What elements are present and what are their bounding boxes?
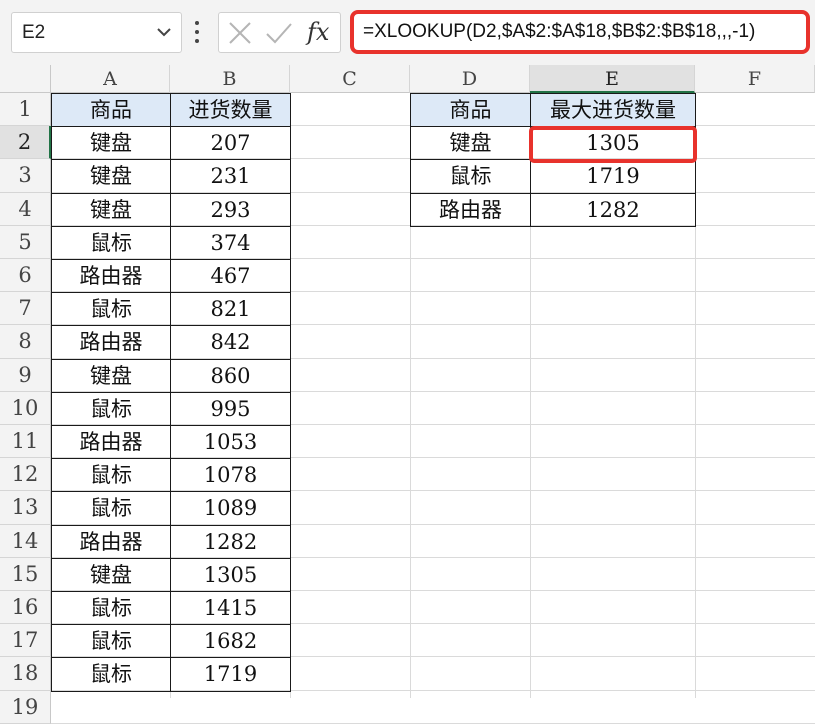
row-header-11[interactable]: 11 bbox=[0, 425, 51, 459]
data-cell[interactable]: 键盘 bbox=[51, 557, 171, 592]
data-cell[interactable]: 路由器 bbox=[51, 325, 171, 360]
data-cell[interactable]: 860 bbox=[170, 358, 291, 393]
column-title-cell[interactable]: 商品 bbox=[410, 93, 531, 128]
row-header-7[interactable]: 7 bbox=[0, 292, 51, 326]
data-cell[interactable]: 路由器 bbox=[51, 259, 171, 294]
column-header-a[interactable]: A bbox=[51, 65, 170, 93]
column-title-cell[interactable]: 最大进货数量 bbox=[530, 93, 696, 128]
column-header-d[interactable]: D bbox=[410, 65, 530, 93]
formula-bar: E2 fx =XLOOKUP(D2,$A$2:$A$18,$B$2:$B$18,… bbox=[0, 0, 815, 65]
name-box-value: E2 bbox=[22, 22, 46, 43]
row-header-18[interactable]: 18 bbox=[0, 657, 51, 691]
formula-input[interactable]: =XLOOKUP(D2,$A$2:$A$18,$B$2:$B$18,,,-1) bbox=[350, 10, 810, 54]
column-header-e[interactable]: E bbox=[530, 65, 695, 93]
more-vertical-icon[interactable] bbox=[194, 19, 200, 45]
data-cell[interactable]: 1282 bbox=[530, 192, 696, 227]
data-cell[interactable]: 鼠标 bbox=[51, 225, 171, 260]
data-cell[interactable]: 键盘 bbox=[51, 192, 171, 227]
data-cell[interactable]: 1305 bbox=[170, 557, 291, 592]
data-cell[interactable]: 鼠标 bbox=[51, 458, 171, 493]
row-header-3[interactable]: 3 bbox=[0, 159, 51, 193]
data-cell[interactable]: 路由器 bbox=[410, 192, 531, 227]
data-cell[interactable]: 键盘 bbox=[51, 159, 171, 194]
data-cell[interactable]: 1078 bbox=[170, 458, 291, 493]
name-box[interactable]: E2 bbox=[11, 12, 182, 53]
check-icon[interactable] bbox=[265, 20, 293, 46]
data-cell[interactable]: 231 bbox=[170, 159, 291, 194]
row-header-15[interactable]: 15 bbox=[0, 557, 51, 591]
column-header-b[interactable]: B bbox=[170, 65, 290, 93]
row-header-5[interactable]: 5 bbox=[0, 225, 51, 259]
row-header-2[interactable]: 2 bbox=[0, 126, 51, 160]
chevron-down-icon[interactable] bbox=[157, 27, 171, 37]
row-header-19[interactable]: 19 bbox=[0, 690, 51, 724]
row-header-17[interactable]: 17 bbox=[0, 624, 51, 658]
data-cell[interactable]: 鼠标 bbox=[51, 591, 171, 626]
data-cell[interactable]: 1682 bbox=[170, 624, 291, 659]
column-header-c[interactable]: C bbox=[290, 65, 410, 93]
data-cell[interactable]: 鼠标 bbox=[410, 159, 531, 194]
formula-buttons: fx bbox=[218, 12, 341, 53]
data-cell[interactable]: 1719 bbox=[530, 159, 696, 194]
data-cell[interactable]: 键盘 bbox=[51, 126, 171, 161]
data-cell[interactable]: 鼠标 bbox=[51, 491, 171, 526]
column-title-cell[interactable]: 商品 bbox=[51, 93, 171, 128]
cross-icon[interactable] bbox=[227, 20, 253, 46]
data-cell[interactable]: 207 bbox=[170, 126, 291, 161]
fx-icon[interactable]: fx bbox=[307, 18, 329, 46]
formula-text: =XLOOKUP(D2,$A$2:$A$18,$B$2:$B$18,,,-1) bbox=[363, 21, 756, 42]
data-cell[interactable]: 293 bbox=[170, 192, 291, 227]
row-header-14[interactable]: 14 bbox=[0, 524, 51, 558]
row-header-8[interactable]: 8 bbox=[0, 325, 51, 359]
row-header-6[interactable]: 6 bbox=[0, 259, 51, 293]
data-cell[interactable]: 路由器 bbox=[51, 524, 171, 559]
data-cell[interactable]: 鼠标 bbox=[51, 292, 171, 327]
row-header-12[interactable]: 12 bbox=[0, 458, 51, 492]
row-header-1[interactable]: 1 bbox=[0, 93, 51, 127]
data-cell[interactable]: 821 bbox=[170, 292, 291, 327]
row-header-10[interactable]: 10 bbox=[0, 391, 51, 425]
data-cell[interactable]: 842 bbox=[170, 325, 291, 360]
row-header-4[interactable]: 4 bbox=[0, 192, 51, 226]
data-cell[interactable]: 1053 bbox=[170, 425, 291, 460]
row-header-13[interactable]: 13 bbox=[0, 491, 51, 525]
active-cell-highlight bbox=[529, 126, 697, 163]
data-cell[interactable]: 键盘 bbox=[51, 358, 171, 393]
data-cell[interactable]: 995 bbox=[170, 391, 291, 426]
column-header-f[interactable]: F bbox=[695, 65, 815, 93]
data-cell[interactable]: 1282 bbox=[170, 524, 291, 559]
data-cell[interactable]: 1719 bbox=[170, 657, 291, 692]
data-cell[interactable]: 鼠标 bbox=[51, 391, 171, 426]
data-cell[interactable]: 1089 bbox=[170, 491, 291, 526]
spreadsheet-grid: A B C D E F 1 2 3 4 5 6 7 8 9 10 11 12 13 14 15 16 17 18 19 商品 进货数… bbox=[0, 65, 815, 724]
column-title-cell[interactable]: 进货数量 bbox=[170, 93, 291, 128]
row-header-16[interactable]: 16 bbox=[0, 591, 51, 625]
data-cell[interactable]: 路由器 bbox=[51, 425, 171, 460]
data-cell[interactable]: 1415 bbox=[170, 591, 291, 626]
data-cell[interactable]: 鼠标 bbox=[51, 624, 171, 659]
data-cell[interactable]: 467 bbox=[170, 259, 291, 294]
row-header-9[interactable]: 9 bbox=[0, 358, 51, 392]
data-cell[interactable]: 374 bbox=[170, 225, 291, 260]
data-cell[interactable]: 鼠标 bbox=[51, 657, 171, 692]
select-all-corner[interactable] bbox=[0, 65, 51, 93]
data-cell[interactable]: 键盘 bbox=[410, 126, 531, 161]
